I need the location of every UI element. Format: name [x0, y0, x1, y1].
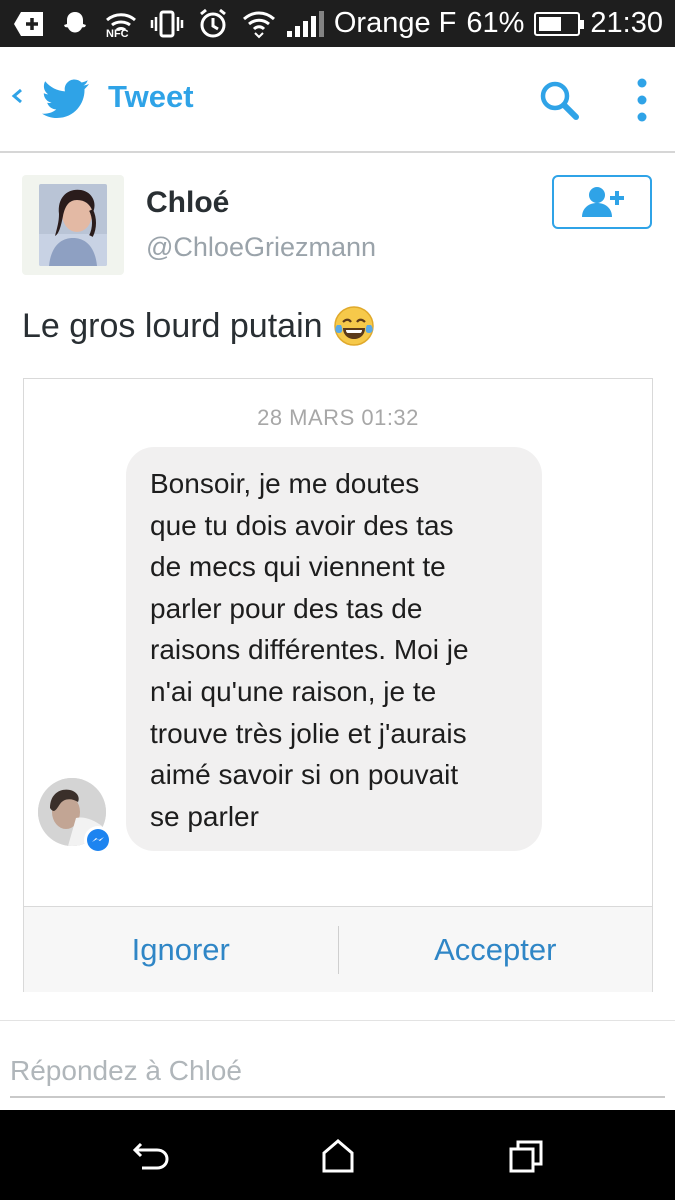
- card-actions: Ignorer Accepter: [24, 906, 652, 992]
- message-line: que tu dois avoir des tas: [150, 509, 454, 541]
- add-user-icon: [582, 187, 624, 217]
- messenger-icon: [84, 826, 112, 854]
- alarm-icon: [196, 8, 230, 40]
- back-chevron-icon[interactable]: [10, 83, 26, 109]
- message-line: trouve très jolie et j'aurais: [150, 717, 467, 749]
- twitter-bird-icon[interactable]: [42, 79, 90, 119]
- face-with-tears-of-joy-icon: [333, 306, 374, 346]
- accept-button[interactable]: Accepter: [339, 932, 653, 968]
- page-title: Tweet: [108, 79, 194, 114]
- plus-notification-icon: [12, 8, 46, 40]
- message-line: de mecs qui viennent te: [150, 551, 446, 583]
- wifi-icon: [242, 8, 276, 40]
- message-request-card[interactable]: 28 MARS 01:32 Bonsoir, je me doutes que …: [23, 378, 653, 992]
- status-icons-right: Orange F 61% 21:30: [286, 7, 663, 40]
- message-line: aimé savoir si on pouvait: [150, 759, 459, 791]
- nfc-label: NFC: [106, 27, 129, 40]
- recent-apps-icon[interactable]: [506, 1138, 546, 1174]
- android-nav-bar: [0, 1110, 675, 1200]
- status-bar: NFC Orange F 61% 21:30: [0, 0, 675, 47]
- home-icon[interactable]: [318, 1138, 358, 1174]
- tweet-text: Le gros lourd putain: [22, 305, 375, 347]
- follow-button[interactable]: [552, 175, 652, 229]
- battery-percent: 61%: [466, 7, 525, 39]
- ignore-button[interactable]: Ignorer: [24, 932, 338, 968]
- author-handle[interactable]: @ChloeGriezmann: [146, 232, 376, 263]
- author-avatar-photo: [39, 184, 107, 266]
- reply-input[interactable]: [10, 1046, 665, 1098]
- snapchat-icon: [58, 8, 92, 40]
- nfc-wifi-icon: NFC: [104, 8, 138, 40]
- back-icon[interactable]: [132, 1138, 172, 1174]
- message-line: n'ai qu'une raison, je te: [150, 675, 437, 707]
- battery-icon: [534, 11, 585, 36]
- status-icons-left: NFC: [12, 8, 276, 40]
- more-options-icon[interactable]: [634, 77, 650, 123]
- tweet-text-content: Le gros lourd putain: [22, 306, 323, 345]
- message-line: parler pour des tas de: [150, 592, 423, 624]
- message-line: raisons différentes. Moi je: [150, 634, 469, 666]
- app-header: Tweet: [0, 47, 675, 153]
- message-line: Bonsoir, je me doutes: [150, 468, 420, 499]
- signal-icon: [286, 10, 324, 37]
- battery-fill: [539, 16, 562, 31]
- vibrate-icon: [150, 8, 184, 40]
- search-icon[interactable]: [538, 79, 580, 121]
- message-date: 28 MARS 01:32: [257, 405, 419, 430]
- carrier-name: Orange F: [333, 7, 457, 39]
- clock: 21:30: [590, 7, 663, 39]
- message-bubble: Bonsoir, je me doutes que tu dois avoir …: [126, 447, 542, 851]
- author-name[interactable]: Chloé: [146, 186, 229, 220]
- author-avatar[interactable]: [22, 175, 124, 275]
- message-line: se parler: [150, 800, 259, 832]
